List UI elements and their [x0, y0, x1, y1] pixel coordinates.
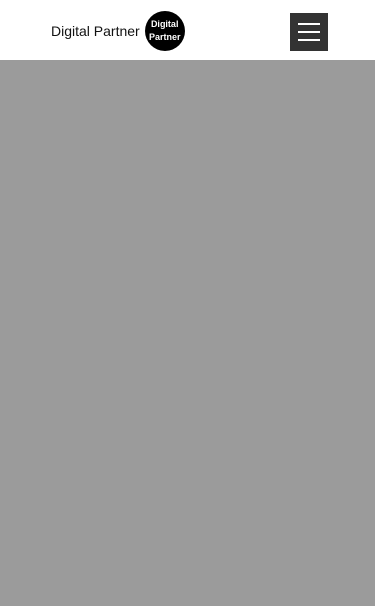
menu-toggle-button[interactable]: [290, 13, 328, 51]
brand-logo-link[interactable]: Digital Partner Digital Partner: [51, 10, 185, 51]
hamburger-menu-icon: [298, 23, 320, 41]
badge-line-2: Partner: [148, 31, 181, 42]
menu-icon-bar: [298, 23, 320, 25]
badge-line-1: Digital: [150, 18, 179, 29]
brand-badge-logo: Digital Partner: [144, 10, 185, 51]
site-header: Digital Partner Digital Partner: [0, 0, 375, 60]
menu-icon-bar: [298, 39, 320, 41]
brand-text: Digital Partner: [51, 22, 140, 39]
page-overlay[interactable]: [0, 60, 375, 606]
menu-icon-bar: [298, 31, 320, 33]
